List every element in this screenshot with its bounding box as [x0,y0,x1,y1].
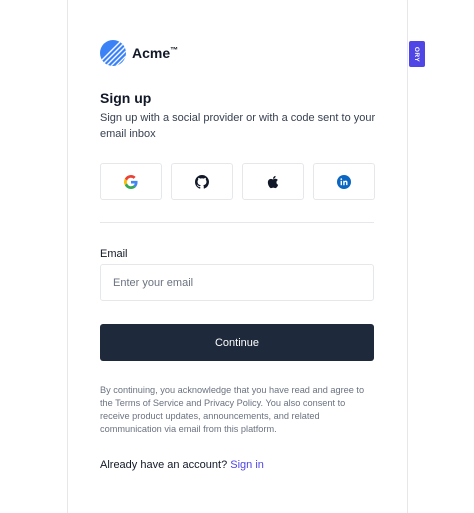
apple-signup-button[interactable] [242,163,304,200]
signin-link[interactable]: Sign in [230,459,264,471]
page-subtitle: Sign up with a social provider or with a… [100,112,376,140]
social-provider-buttons [100,163,375,200]
ory-badge[interactable]: ORY [409,41,425,67]
apple-icon [267,175,279,188]
brand: Acme™ [100,40,178,66]
brand-name: Acme™ [132,45,179,61]
linkedin-icon [337,174,351,189]
ory-badge-label: ORY [413,46,421,62]
linkedin-signup-button[interactable] [313,163,375,200]
email-input[interactable] [100,264,374,301]
signin-prompt: Already have an account? Sign in [100,459,264,471]
github-signup-button[interactable] [171,163,233,200]
github-icon [195,174,209,189]
page-title: Sign up [100,90,152,106]
signin-prompt-text: Already have an account? [100,459,228,471]
divider [100,222,374,223]
email-label: Email [100,248,128,260]
google-icon [124,174,138,189]
continue-button[interactable]: Continue [100,324,374,361]
legal-text: By continuing, you acknowledge that you … [100,385,365,434]
acme-logo-icon [100,40,126,66]
google-signup-button[interactable] [100,163,162,200]
